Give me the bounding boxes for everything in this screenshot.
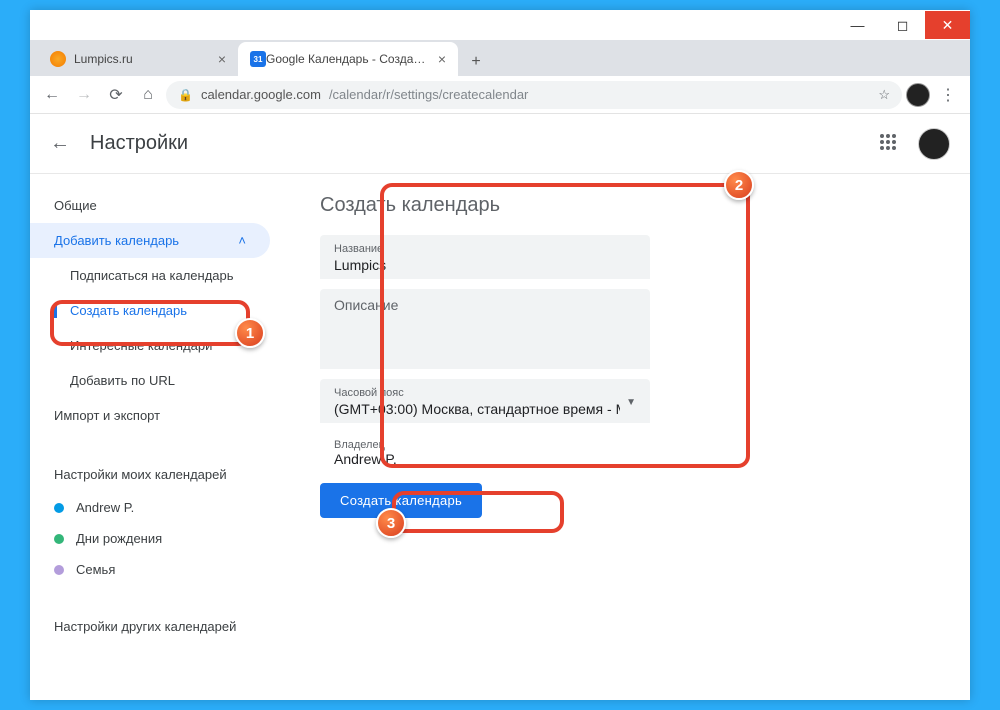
profile-avatar[interactable]: [906, 83, 930, 107]
field-value: Lumpics: [334, 257, 636, 273]
sidebar-item-label: Добавить календарь: [54, 233, 179, 248]
color-dot-icon: [54, 503, 64, 513]
minimize-button[interactable]: —: [835, 11, 880, 39]
calendar-favicon-icon: 31: [250, 51, 266, 67]
sidebar-item-subscribe[interactable]: Подписаться на календарь: [30, 258, 280, 293]
forward-icon[interactable]: →: [70, 81, 98, 109]
window-titlebar: — ◻ ✕: [30, 10, 970, 40]
account-avatar[interactable]: [918, 128, 950, 160]
sidebar-item-interesting[interactable]: Интересные календари: [30, 328, 280, 363]
field-label: Описание: [334, 297, 636, 313]
form-title: Создать календарь: [320, 194, 930, 217]
tab-title: Google Календарь - Создание к: [266, 52, 432, 66]
page-title: Настройки: [90, 132, 880, 155]
field-value: Andrew P.: [334, 451, 636, 467]
sidebar-item-general[interactable]: Общие: [30, 188, 280, 223]
url-field[interactable]: 🔒 calendar.google.com/calendar/r/setting…: [166, 81, 902, 109]
new-tab-button[interactable]: +: [462, 48, 490, 76]
timezone-select[interactable]: Часовой пояс (GMT+03:00) Москва, стандар…: [320, 379, 650, 423]
calendar-item[interactable]: Семья: [30, 554, 280, 585]
calendar-item[interactable]: Andrew P.: [30, 492, 280, 523]
sidebar-heading-my-calendars: Настройки моих календарей: [30, 453, 280, 492]
owner-display: Владелец Andrew P.: [320, 433, 650, 473]
sidebar-item-import-export[interactable]: Импорт и экспорт: [30, 398, 280, 433]
sidebar-item-create-calendar[interactable]: Создать календарь: [30, 293, 280, 328]
settings-sidebar: Общие Добавить календарь ˄ Подписаться н…: [30, 174, 280, 658]
create-calendar-button[interactable]: Создать календарь: [320, 483, 482, 518]
tab-close-icon[interactable]: ×: [438, 51, 446, 67]
name-field[interactable]: Название Lumpics: [320, 235, 650, 279]
browser-window: — ◻ ✕ Lumpics.ru × 31 Google Календарь -…: [30, 10, 970, 700]
settings-body: Общие Добавить календарь ˄ Подписаться н…: [30, 174, 970, 658]
calendar-name: Дни рождения: [76, 531, 162, 546]
main-panel: Создать календарь Название Lumpics Описа…: [280, 174, 970, 658]
settings-back-icon[interactable]: ←: [50, 132, 70, 155]
home-icon[interactable]: ⌂: [134, 81, 162, 109]
calendar-item[interactable]: Дни рождения: [30, 523, 280, 554]
menu-icon[interactable]: ⋮: [934, 81, 962, 109]
calendar-name: Семья: [76, 562, 115, 577]
sidebar-heading-other-calendars: Настройки других календарей: [30, 605, 280, 644]
chevron-up-icon: ˄: [238, 233, 246, 248]
google-apps-icon[interactable]: [880, 134, 900, 154]
field-label: Часовой пояс: [334, 387, 620, 399]
reload-icon[interactable]: ⟳: [102, 81, 130, 109]
sidebar-item-add-calendar[interactable]: Добавить календарь ˄: [30, 223, 270, 258]
calendar-name: Andrew P.: [76, 500, 134, 515]
color-dot-icon: [54, 534, 64, 544]
settings-header: ← Настройки: [30, 114, 970, 174]
bookmark-star-icon[interactable]: ☆: [878, 87, 890, 103]
close-button[interactable]: ✕: [925, 11, 970, 39]
sidebar-item-by-url[interactable]: Добавить по URL: [30, 363, 280, 398]
tab-strip: Lumpics.ru × 31 Google Календарь - Созда…: [30, 40, 970, 76]
tab-title: Lumpics.ru: [74, 52, 212, 66]
tab-close-icon[interactable]: ×: [218, 51, 226, 67]
field-value: (GMT+03:00) Москва, стандартное время - …: [334, 401, 620, 417]
tab-lumpics[interactable]: Lumpics.ru ×: [38, 42, 238, 76]
maximize-button[interactable]: ◻: [880, 11, 925, 39]
favicon-icon: [50, 51, 66, 67]
field-label: Владелец: [334, 439, 636, 451]
page-content: ← Настройки Общие Добавить календарь ˄ П…: [30, 114, 970, 658]
color-dot-icon: [54, 565, 64, 575]
url-path: /calendar/r/settings/createcalendar: [329, 87, 528, 102]
url-host: calendar.google.com: [201, 87, 321, 102]
dropdown-caret-icon: ▼: [626, 397, 636, 408]
lock-icon: 🔒: [178, 88, 193, 102]
field-label: Название: [334, 243, 636, 255]
description-field[interactable]: Описание: [320, 289, 650, 369]
address-bar: ← → ⟳ ⌂ 🔒 calendar.google.com/calendar/r…: [30, 76, 970, 114]
tab-google-calendar[interactable]: 31 Google Календарь - Создание к ×: [238, 42, 458, 76]
back-icon[interactable]: ←: [38, 81, 66, 109]
